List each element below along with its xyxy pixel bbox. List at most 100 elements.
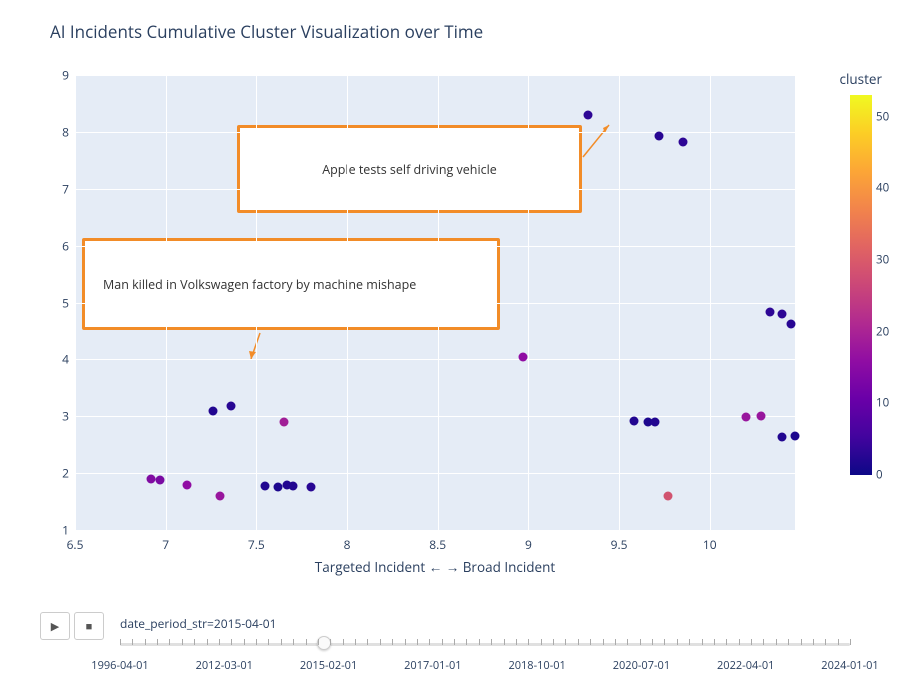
data-point[interactable]	[778, 433, 787, 442]
data-point[interactable]	[664, 492, 673, 501]
x-tick: 7	[162, 536, 169, 553]
slider-tick	[726, 639, 727, 645]
y-tick: 3	[62, 408, 69, 425]
data-point[interactable]	[288, 481, 297, 490]
grid-line-h	[75, 473, 795, 474]
colorbar: 01020304050	[850, 95, 872, 475]
annotation-arrow-1	[575, 135, 615, 175]
data-point[interactable]	[765, 308, 774, 317]
data-point[interactable]	[518, 352, 527, 361]
x-tick: 9	[525, 536, 532, 553]
y-tick: 2	[62, 465, 69, 482]
slider-date-label: 2024-01-01	[821, 658, 878, 673]
slider-track[interactable]	[120, 636, 850, 650]
slider-tick	[627, 639, 628, 645]
slider-date-label: 2018-10-01	[508, 658, 565, 673]
annotation-text-2: Man killed in Volkswagen factory by mach…	[103, 276, 416, 293]
data-point[interactable]	[629, 416, 638, 425]
slider-tick	[702, 639, 703, 645]
slider-date-label: 2020-07-01	[613, 658, 670, 673]
data-point[interactable]	[742, 412, 751, 421]
colorbar-title: cluster	[840, 70, 883, 88]
colorbar-tick: 40	[876, 181, 889, 196]
chart-container: AI Incidents Cumulative Cluster Visualiz…	[0, 0, 900, 700]
slider-tick	[207, 639, 208, 645]
slider-tick	[318, 639, 319, 645]
slider-date-label: 2022-04-01	[717, 658, 774, 673]
slider-tick	[120, 639, 121, 645]
slider-tick	[169, 639, 170, 645]
slider-tick	[454, 639, 455, 645]
annotation-box-1: Apple tests self driving vehicle	[237, 125, 582, 213]
data-point[interactable]	[274, 482, 283, 491]
slider-tick	[355, 639, 356, 645]
slider-tick	[640, 639, 641, 645]
slider-tick	[194, 639, 195, 645]
slider-tick	[801, 639, 802, 645]
data-point[interactable]	[654, 131, 663, 140]
data-point[interactable]	[156, 475, 165, 484]
data-point[interactable]	[216, 491, 225, 500]
x-tick: 9.5	[611, 536, 628, 553]
slider-date-label: 2015-02-01	[300, 658, 357, 673]
time-slider[interactable]: date_period_str=2015-04-01 1996-04-01201…	[120, 615, 850, 650]
data-point[interactable]	[651, 417, 660, 426]
data-point[interactable]	[756, 412, 765, 421]
play-button[interactable]: ▶	[40, 612, 70, 640]
slider-tick	[776, 639, 777, 645]
slider-tick	[788, 639, 789, 645]
slider-line	[120, 643, 850, 646]
slider-tick	[850, 639, 851, 645]
x-tick: 8.5	[429, 536, 446, 553]
slider-current-label: date_period_str=2015-04-01	[120, 615, 850, 632]
slider-tick	[652, 639, 653, 645]
data-point[interactable]	[261, 481, 270, 490]
slider-tick	[504, 639, 505, 645]
slider-tick	[714, 639, 715, 645]
data-point[interactable]	[208, 406, 217, 415]
data-point[interactable]	[183, 480, 192, 489]
data-point[interactable]	[306, 483, 315, 492]
slider-tick	[825, 639, 826, 645]
slider-tick	[751, 639, 752, 645]
slider-handle[interactable]	[317, 636, 331, 650]
slider-tick	[466, 639, 467, 645]
slider-tick	[763, 639, 764, 645]
data-point[interactable]	[226, 402, 235, 411]
stop-icon: ■	[86, 619, 93, 634]
slider-tick	[442, 639, 443, 645]
data-point[interactable]	[147, 474, 156, 483]
data-point[interactable]	[584, 110, 593, 119]
slider-tick	[603, 639, 604, 645]
data-point[interactable]	[778, 309, 787, 318]
animation-controls: ▶ ■	[40, 612, 104, 640]
slider-date-label: 2012-03-01	[196, 658, 253, 673]
slider-tick	[541, 639, 542, 645]
slider-tick	[677, 639, 678, 645]
data-point[interactable]	[678, 137, 687, 146]
stop-button[interactable]: ■	[74, 612, 104, 640]
slider-tick	[405, 639, 406, 645]
grid-line-h	[75, 359, 795, 360]
annotation-text-1: Apple tests self driving vehicle	[322, 161, 497, 178]
slider-date-label: 2017-01-01	[404, 658, 461, 673]
data-point[interactable]	[279, 417, 288, 426]
slider-tick	[244, 639, 245, 645]
slider-tick	[293, 639, 294, 645]
grid-line-h	[75, 189, 795, 190]
slider-tick	[578, 639, 579, 645]
plot-area[interactable]: Targeted Incident ← → Broad Incident Dig…	[75, 75, 795, 530]
y-tick: 9	[62, 67, 69, 84]
grid-line-h	[75, 75, 795, 76]
slider-tick	[615, 639, 616, 645]
slider-tick	[367, 639, 368, 645]
slider-tick	[132, 639, 133, 645]
slider-tick	[590, 639, 591, 645]
slider-tick	[380, 639, 381, 645]
colorbar-tick: 0	[876, 468, 883, 483]
y-tick: 6	[62, 237, 69, 254]
x-tick: 8	[344, 536, 351, 553]
x-axis-label: Targeted Incident ← → Broad Incident	[315, 558, 555, 576]
data-point[interactable]	[787, 319, 796, 328]
data-point[interactable]	[791, 431, 800, 440]
